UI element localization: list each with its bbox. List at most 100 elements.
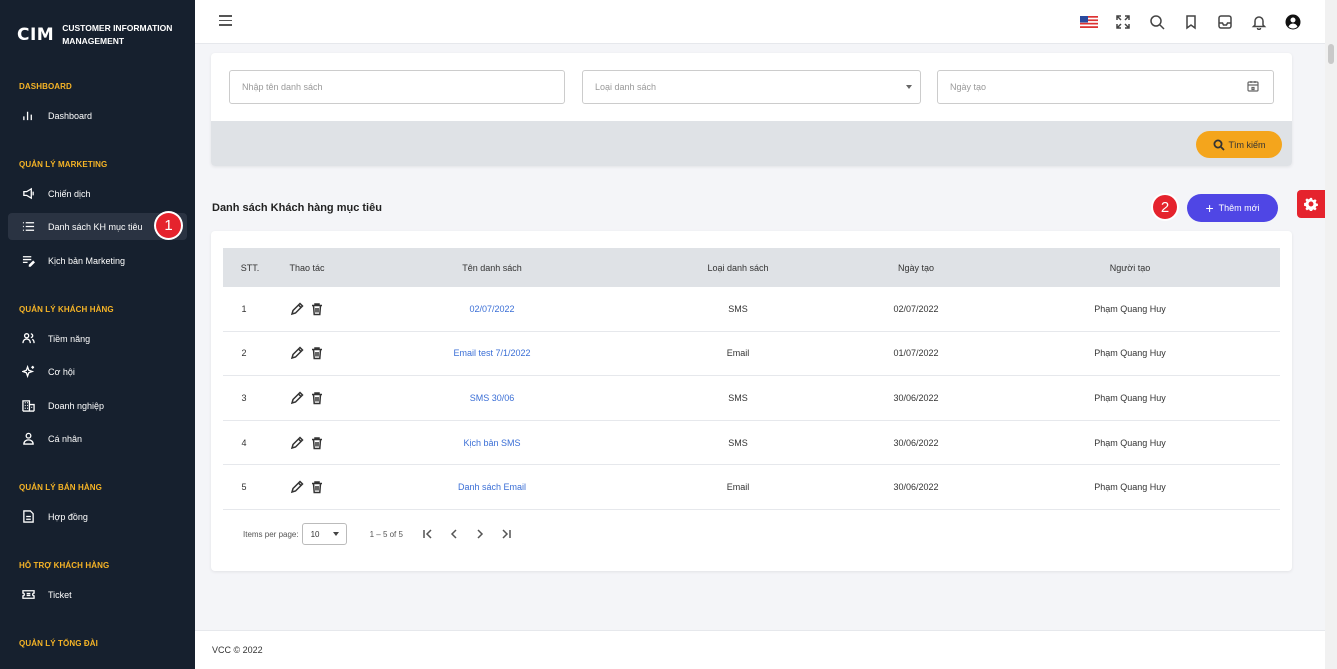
col-creator[interactable]: Người tạo: [1003, 248, 1257, 287]
sidebar-item-opportunities[interactable]: Cơ hội: [8, 358, 187, 385]
plus-icon: +: [1205, 200, 1214, 216]
calendar-icon[interactable]: [1247, 80, 1259, 94]
table-row[interactable]: 1 02/07/2022 SMS 02/07/2022 Phạm Quang Huy: [223, 287, 1280, 332]
row-created-date: 02/07/2022: [893, 303, 939, 314]
col-type[interactable]: Loại danh sách: [647, 248, 829, 287]
list-type-select[interactable]: Loại danh sách: [582, 70, 921, 104]
user-circle-icon[interactable]: [1283, 12, 1303, 32]
table-row[interactable]: 4 Kịch bản SMS SMS 30/06/2022 Phạm Quang Huy: [223, 421, 1280, 466]
row-stt: 1: [241, 303, 247, 314]
row-creator: Phạm Quang Huy: [1094, 437, 1166, 448]
search-icon[interactable]: [1147, 12, 1167, 32]
sidebar-item-label: Ticket: [48, 589, 72, 600]
list-name-input[interactable]: Nhập tên danh sách: [229, 70, 565, 104]
add-new-label: Thêm mới: [1218, 203, 1260, 213]
row-created-date: 30/06/2022: [893, 482, 939, 493]
row-list-name-link[interactable]: SMS 30/06: [337, 376, 647, 420]
brand-name: CUSTOMER INFORMATION MANAGEMENT: [62, 23, 173, 46]
row-actions: [277, 287, 337, 331]
row-list-name-link[interactable]: 02/07/2022: [337, 287, 647, 331]
footer-text: VCC © 2022: [212, 645, 263, 655]
first-page-icon[interactable]: [421, 527, 435, 541]
row-actions: [277, 332, 337, 376]
annotation-badge-1: 1: [156, 213, 181, 238]
page-title: Danh sách Khách hàng mục tiêu: [212, 202, 382, 214]
menu-toggle-icon[interactable]: [219, 15, 232, 26]
bookmark-icon[interactable]: [1181, 12, 1201, 32]
row-list-name-link[interactable]: Email test 7/1/2022: [337, 332, 647, 376]
edit-pencil-icon[interactable]: [290, 435, 304, 450]
next-page-icon[interactable]: [473, 527, 487, 541]
items-per-page-value: 10: [310, 529, 320, 539]
row-created-date: 01/07/2022: [893, 348, 939, 359]
delete-trash-icon[interactable]: [310, 346, 324, 360]
ticket-icon: [20, 588, 36, 602]
sidebar-item-dashboard[interactable]: Dashboard: [8, 102, 187, 129]
section-customers: QUẢN LÝ KHÁCH HÀNG: [19, 305, 114, 314]
brand[interactable]: CIM CUSTOMER INFORMATION MANAGEMENT: [0, 0, 195, 70]
items-per-page-select[interactable]: 10: [301, 523, 347, 545]
row-stt: 2: [241, 348, 247, 359]
filter-card: Nhập tên danh sách Loại danh sách Ngày t…: [211, 53, 1292, 166]
table-row[interactable]: 3 SMS 30/06 SMS 30/06/2022 Phạm Quang Huy: [223, 376, 1280, 421]
megaphone-icon: [20, 187, 36, 201]
delete-trash-icon[interactable]: [310, 302, 324, 316]
search-icon: [1213, 139, 1225, 151]
search-button[interactable]: Tìm kiếm: [1196, 131, 1282, 158]
row-list-type: Email: [726, 482, 750, 493]
sidebar-item-campaign[interactable]: Chiến dịch: [8, 180, 187, 207]
last-page-icon[interactable]: [499, 527, 513, 541]
row-creator: Phạm Quang Huy: [1094, 392, 1166, 403]
sidebar-item-ticket[interactable]: Ticket: [8, 581, 187, 608]
sidebar-item-individual[interactable]: Cá nhân: [8, 425, 187, 452]
document-icon: [20, 510, 36, 524]
created-date-placeholder: Ngày tạo: [950, 82, 987, 92]
row-creator: Phạm Quang Huy: [1094, 348, 1166, 359]
paginator: Items per page: 10 1 – 5 of 5: [243, 523, 513, 545]
items-per-page-label: Items per page:: [243, 529, 299, 539]
delete-trash-icon[interactable]: [310, 391, 324, 405]
scrollbar-thumb[interactable]: [1328, 44, 1334, 64]
search-button-label: Tìm kiếm: [1228, 139, 1266, 150]
created-date-input[interactable]: Ngày tạo: [937, 70, 1274, 104]
table-row[interactable]: 5 Danh sách Email Email 30/06/2022 Phạm Quan…: [223, 465, 1280, 510]
row-list-name-link[interactable]: Kịch bản SMS: [337, 421, 647, 465]
row-list-name-link[interactable]: Danh sách Email: [337, 465, 647, 509]
add-new-button[interactable]: + Thêm mới: [1187, 194, 1278, 222]
inbox-icon[interactable]: [1215, 12, 1235, 32]
row-created-date: 30/06/2022: [893, 437, 939, 448]
previous-page-icon[interactable]: [447, 527, 461, 541]
row-actions: [277, 465, 337, 509]
sidebar: CIM CUSTOMER INFORMATION MANAGEMENT DASH…: [0, 0, 195, 669]
fullscreen-icon[interactable]: [1113, 12, 1133, 32]
edit-pencil-icon[interactable]: [290, 480, 304, 494]
col-created-date[interactable]: Ngày tạo: [829, 248, 1003, 287]
edit-pencil-icon[interactable]: [290, 391, 304, 405]
table-card: STT. Thao tác Tên danh sách Loại danh sá…: [211, 231, 1292, 571]
row-creator: Phạm Quang Huy: [1094, 482, 1166, 493]
table-row[interactable]: 2 Email test 7/1/2022 Email 01/07/2022 Phạm …: [223, 332, 1280, 377]
sidebar-item-label: Cơ hội: [48, 366, 75, 377]
delete-trash-icon[interactable]: [310, 436, 324, 450]
person-icon: [20, 432, 36, 446]
brand-logo: CIM: [17, 25, 55, 45]
page-scrollbar[interactable]: [1325, 0, 1337, 669]
edit-pencil-icon[interactable]: [290, 302, 304, 316]
annotation-badge-2: 2: [1153, 195, 1177, 219]
col-name[interactable]: Tên danh sách: [337, 248, 647, 287]
sidebar-item-enterprise[interactable]: Doanh nghiệp: [8, 392, 187, 419]
bar-chart-icon: [20, 109, 36, 123]
settings-gear-icon[interactable]: [1297, 190, 1325, 218]
edit-pencil-icon[interactable]: [290, 346, 304, 360]
list-type-placeholder: Loại danh sách: [595, 82, 657, 92]
topbar-actions: [1079, 12, 1303, 32]
sidebar-item-leads[interactable]: Tiềm năng: [8, 325, 187, 352]
sidebar-item-label: Dashboard: [48, 110, 93, 121]
sidebar-item-contracts[interactable]: Hợp đồng: [8, 503, 187, 530]
sidebar-item-marketing-script[interactable]: Kịch bản Marketing: [8, 247, 187, 274]
bell-icon[interactable]: [1249, 12, 1269, 32]
us-flag-icon[interactable]: [1079, 12, 1099, 32]
row-stt: 5: [241, 482, 247, 493]
delete-trash-icon[interactable]: [310, 480, 324, 494]
caret-down-icon: [906, 85, 912, 89]
